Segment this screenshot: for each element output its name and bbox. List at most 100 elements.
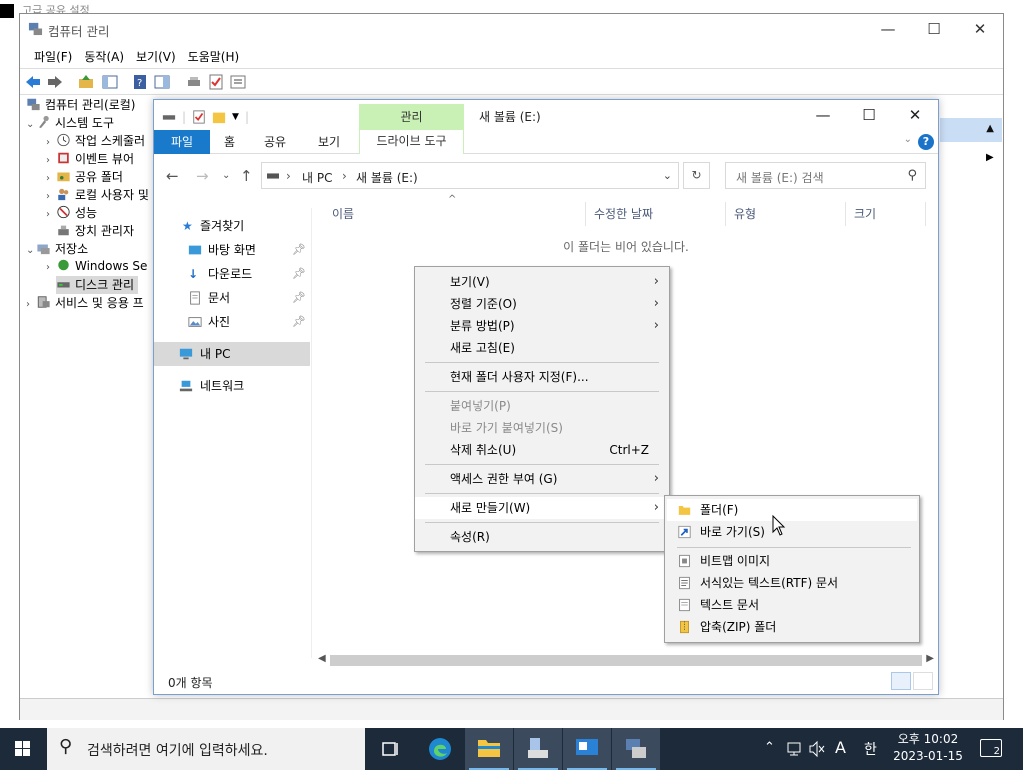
notifications-icon[interactable]: 2	[980, 739, 1002, 757]
tree-shared-folders[interactable]: › 공유 폴더	[46, 168, 123, 186]
nav-documents[interactable]: 문서 📌︎	[154, 286, 312, 310]
tree-root[interactable]: 컴퓨터 관리(로컬)	[26, 96, 135, 114]
nav-network[interactable]: 네트워크	[154, 374, 312, 398]
explorer-minimize-button[interactable]: —	[800, 100, 846, 130]
submenu-item-rtf[interactable]: 서식있는 텍스트(RTF) 문서	[667, 572, 917, 594]
chevron-right-icon[interactable]: ›	[26, 299, 36, 310]
menu-item-sort[interactable]: 정렬 기준(O) ›	[415, 293, 669, 315]
menu-item-give-access[interactable]: 액세스 권한 부여 (G) ›	[415, 468, 669, 490]
tree-local-users[interactable]: › 로컬 사용자 및	[46, 186, 149, 204]
up-button[interactable]: ↑	[240, 167, 253, 185]
column-name[interactable]: 이름	[324, 202, 586, 226]
submenu-item-text[interactable]: 텍스트 문서	[667, 594, 917, 616]
large-icons-view-icon[interactable]	[913, 672, 933, 690]
breadcrumb-volume[interactable]: 새 볼륨 (E:)	[356, 169, 418, 186]
computer-management-taskbar-button[interactable]	[612, 728, 660, 770]
manage-context-tab[interactable]: 관리	[359, 104, 464, 130]
menu-item-paste[interactable]: 붙여넣기(P)	[415, 395, 669, 417]
tab-drive-tools[interactable]: 드라이브 도구	[359, 130, 464, 154]
pin-icon[interactable]: 📌︎	[292, 286, 306, 310]
scrollbar-thumb[interactable]	[330, 655, 922, 666]
help-book-icon[interactable]: ?	[132, 74, 148, 90]
tree-storage[interactable]: ⌄ 저장소	[26, 240, 88, 258]
volume-muted-icon[interactable]	[808, 740, 826, 758]
new-folder-icon[interactable]	[212, 110, 226, 124]
up-folder-icon[interactable]	[78, 74, 94, 90]
tree-task-scheduler[interactable]: › 작업 스케줄러	[46, 132, 145, 150]
chevron-right-icon[interactable]: ›	[46, 155, 56, 166]
submenu-item-zip[interactable]: 압축(ZIP) 폴더	[667, 616, 917, 638]
ime-hangul-indicator[interactable]: 한	[864, 739, 877, 759]
menu-action[interactable]: 동작(A)	[78, 45, 130, 67]
tray-chevron-up-icon[interactable]: ⌃	[764, 740, 775, 755]
tab-view[interactable]: 보기	[318, 130, 340, 154]
tree-disk-management[interactable]: 디스크 관리	[56, 276, 139, 294]
menu-item-refresh[interactable]: 새로 고침(E)	[415, 337, 669, 359]
cm-maximize-button[interactable]: ☐	[911, 14, 957, 44]
menu-item-properties[interactable]: 속성(R)	[415, 526, 669, 548]
explorer-maximize-button[interactable]: ☐	[846, 100, 892, 130]
nav-downloads[interactable]: ↓ 다운로드 📌︎	[154, 262, 312, 286]
nav-quick-access[interactable]: ★ 즐겨찾기	[154, 214, 312, 238]
scroll-right-icon[interactable]: ▶	[926, 653, 934, 664]
submenu-item-folder[interactable]: 폴더(F)	[667, 499, 917, 521]
tab-share[interactable]: 공유	[264, 130, 286, 154]
edge-button[interactable]	[416, 728, 464, 770]
forward-arrow-icon[interactable]	[47, 74, 63, 90]
tab-file[interactable]: 파일	[154, 130, 210, 154]
tree-event-viewer[interactable]: › 이벤트 뷰어	[46, 150, 134, 168]
menu-item-customize[interactable]: 현재 폴더 사용자 지정(F)...	[415, 366, 669, 388]
chevron-right-icon[interactable]: ›	[46, 173, 56, 184]
list-view-icon[interactable]	[230, 74, 246, 90]
back-arrow-icon[interactable]	[25, 74, 41, 90]
column-date-modified[interactable]: 수정한 날짜	[586, 202, 726, 226]
chevron-right-icon[interactable]: ›	[46, 191, 56, 202]
network-status-icon[interactable]	[786, 740, 804, 758]
menu-item-paste-shortcut[interactable]: 바로 가기 붙여넣기(S)	[415, 417, 669, 439]
breadcrumb-this-pc[interactable]: 내 PC	[302, 169, 332, 186]
search-box[interactable]: 새 볼륨 (E:) 검색 ⚲	[725, 162, 926, 189]
address-dropdown-icon[interactable]: ⌄	[663, 169, 672, 182]
explorer-close-button[interactable]: ✕	[892, 100, 938, 130]
tree-device-manager[interactable]: 장치 관리자	[56, 222, 134, 240]
recent-locations-chevron-icon[interactable]: ⌄	[222, 170, 230, 181]
submenu-item-shortcut[interactable]: 바로 가기(S)	[667, 521, 917, 543]
nav-this-pc[interactable]: 내 PC	[154, 342, 310, 366]
cm-close-button[interactable]: ✕	[957, 14, 1003, 44]
menu-file[interactable]: 파일(F)	[28, 45, 78, 67]
ribbon-expand-icon[interactable]: ⌄	[904, 134, 912, 145]
pin-icon[interactable]: 📌︎	[292, 310, 306, 334]
tree-services-apps[interactable]: › 서비스 및 응용 프	[26, 294, 144, 312]
taskbar-search-box[interactable]: ⚲ 검색하려면 여기에 입력하세요.	[47, 728, 365, 770]
help-icon[interactable]: ?	[918, 134, 934, 150]
details-view-icon[interactable]	[891, 672, 911, 690]
connect-icon[interactable]	[186, 74, 202, 90]
checklist-icon[interactable]	[208, 74, 224, 90]
chevron-right-icon[interactable]: ›	[46, 262, 56, 273]
menu-item-new[interactable]: 새로 만들기(W) ›	[415, 497, 669, 519]
nav-pictures[interactable]: 사진 📌︎	[154, 310, 312, 334]
tree-system-tools[interactable]: ⌄ 시스템 도구	[26, 114, 114, 132]
horizontal-scrollbar[interactable]: ◀ ▶	[314, 653, 938, 668]
search-icon[interactable]: ⚲	[907, 168, 917, 183]
qat-dropdown-icon[interactable]: ▼	[232, 112, 239, 122]
menu-item-undo-delete[interactable]: 삭제 취소(U) Ctrl+Z	[415, 439, 669, 461]
expand-right-icon[interactable]: ▶	[986, 152, 994, 163]
chevron-down-icon[interactable]: ⌄	[26, 245, 36, 256]
menu-item-view[interactable]: 보기(V) ›	[415, 271, 669, 293]
task-view-button[interactable]	[367, 728, 415, 770]
cm-minimize-button[interactable]: —	[865, 14, 911, 44]
pin-icon[interactable]: 📌︎	[292, 262, 306, 286]
chevron-down-icon[interactable]: ⌄	[26, 119, 36, 130]
scroll-left-icon[interactable]: ◀	[318, 653, 326, 664]
tab-home[interactable]: 홈	[224, 130, 235, 154]
menu-view[interactable]: 보기(V)	[130, 45, 182, 67]
chevron-right-icon[interactable]: ›	[46, 209, 56, 220]
properties-check-icon[interactable]	[192, 110, 206, 124]
windows-start-icon[interactable]	[0, 728, 46, 770]
tree-windows-backup[interactable]: › Windows Se	[46, 258, 147, 276]
file-explorer-button[interactable]	[465, 728, 513, 770]
chevron-right-icon[interactable]: ›	[46, 137, 56, 148]
collapse-up-icon[interactable]: ▲	[986, 123, 994, 134]
back-button[interactable]: ←	[166, 167, 179, 185]
